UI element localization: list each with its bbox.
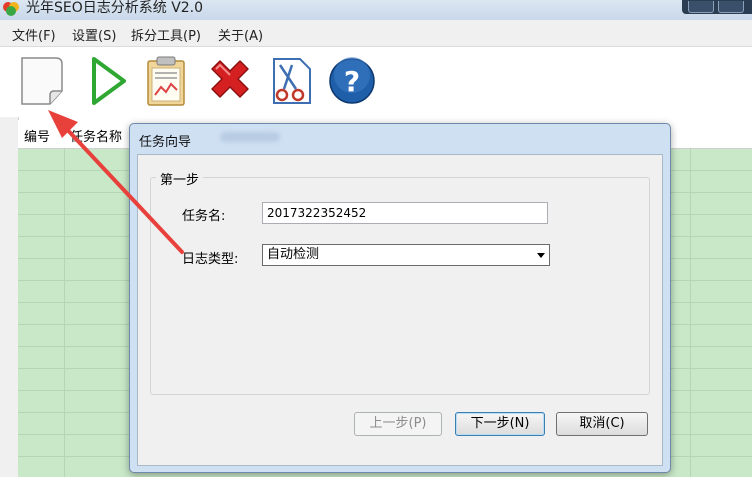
window-title: 光年SEO日志分析系统 V2.0: [26, 0, 204, 16]
next-step-button[interactable]: 下一步(N): [455, 412, 545, 436]
app-logo-icon: [3, 2, 19, 16]
task-name-label: 任务名:: [182, 209, 226, 224]
row-header-strip: [0, 117, 19, 477]
delete-icon[interactable]: [204, 55, 256, 107]
log-type-selected-value: 自动检测: [267, 247, 320, 262]
menu-settings[interactable]: 设置(S): [72, 25, 116, 44]
task-name-input[interactable]: 2017322352452: [262, 202, 548, 224]
column-divider: [64, 148, 65, 477]
new-task-icon[interactable]: [16, 55, 68, 107]
prev-step-button[interactable]: 上一步(P): [354, 412, 442, 436]
split-tool-icon[interactable]: [266, 55, 318, 107]
task-wizard-dialog: 任务向导 第一步 任务名: 2017322352452 日志类型: 自动检测 上…: [129, 123, 671, 473]
menu-bar: 文件(F) 设置(S) 拆分工具(P) 关于(A): [0, 20, 752, 47]
column-header-task-name[interactable]: 任务名称: [70, 126, 122, 145]
minimize-button[interactable]: [688, 1, 714, 13]
column-header-id[interactable]: 编号: [24, 126, 50, 145]
blurred-title-text: [220, 132, 280, 142]
dialog-body: 第一步 任务名: 2017322352452 日志类型: 自动检测 上一步(P)…: [137, 154, 663, 466]
toolbar: ?: [0, 47, 752, 117]
maximize-button[interactable]: [718, 1, 744, 13]
title-bar: 光年SEO日志分析系统 V2.0: [0, 0, 752, 20]
play-icon[interactable]: [84, 55, 136, 107]
menu-about[interactable]: 关于(A): [218, 25, 263, 44]
help-icon[interactable]: ?: [326, 55, 378, 107]
svg-text:?: ?: [344, 65, 360, 98]
menu-split-tools[interactable]: 拆分工具(P): [131, 25, 201, 44]
menu-file[interactable]: 文件(F): [12, 25, 56, 44]
log-type-label: 日志类型:: [182, 252, 239, 267]
dialog-title: 任务向导: [139, 135, 192, 150]
cancel-button[interactable]: 取消(C): [556, 412, 648, 436]
chevron-down-icon: [537, 253, 545, 258]
column-divider: [690, 148, 691, 477]
report-icon[interactable]: [140, 55, 192, 107]
step-one-label: 第一步: [156, 169, 204, 188]
window-controls: [682, 0, 752, 14]
log-type-select[interactable]: 自动检测: [262, 244, 550, 266]
